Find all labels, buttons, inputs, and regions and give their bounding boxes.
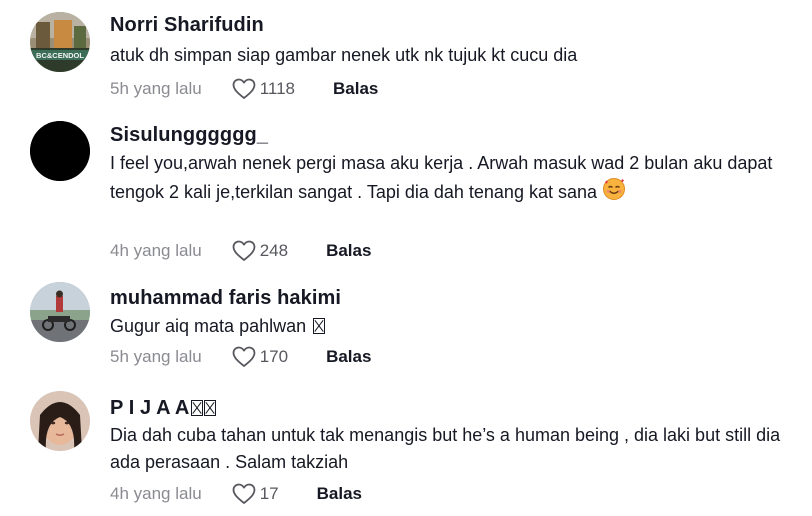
comment-item: Sisulungggggg_ I feel you,arwah nenek pe…: [0, 110, 812, 275]
missing-glyph-icon: [204, 400, 217, 416]
reply-button[interactable]: Balas: [317, 484, 362, 504]
reply-button[interactable]: Balas: [326, 241, 371, 261]
username-text: P I J A A: [110, 397, 190, 419]
username[interactable]: P I J A A: [110, 397, 217, 420]
username[interactable]: Sisulungggggg_: [110, 124, 268, 147]
avatar-image: BC&CENDOL: [30, 12, 90, 72]
comment-item: P I J A A Dia dah cuba tahan untuk tak m…: [0, 385, 812, 516]
comment-meta: 4h yang lalu 17 Balas: [110, 482, 362, 506]
comment-text: I feel you,arwah nenek pergi masa aku ke…: [110, 150, 780, 209]
like-count: 1118: [259, 79, 295, 98]
like-button[interactable]: 248: [232, 240, 288, 262]
comment-text-content: I feel you,arwah nenek pergi masa aku ke…: [110, 153, 773, 202]
comment-text: Gugur aiq mata pahlwan: [110, 313, 790, 340]
like-count: 248: [259, 241, 289, 260]
heart-icon: [232, 240, 256, 261]
avatar[interactable]: [30, 121, 90, 181]
avatar[interactable]: BC&CENDOL: [30, 12, 90, 72]
comment-meta: 5h yang lalu 170 Balas: [110, 345, 371, 369]
missing-glyph-icon: [191, 400, 204, 416]
comment-text: atuk dh simpan siap gambar nenek utk nk …: [110, 45, 578, 65]
username[interactable]: Norri Sharifudin: [110, 14, 264, 37]
comment-text: Dia dah cuba tahan untuk tak menangis bu…: [110, 425, 781, 472]
reply-button[interactable]: Balas: [326, 347, 371, 367]
comment-meta: 4h yang lalu 248 Balas: [110, 239, 371, 263]
like-button[interactable]: 1118: [232, 78, 295, 100]
avatar[interactable]: [30, 282, 90, 342]
username[interactable]: muhammad faris hakimi: [110, 287, 341, 310]
like-button[interactable]: 17: [232, 483, 279, 505]
avatar-image: [30, 282, 90, 342]
heart-icon: [232, 346, 256, 367]
timestamp: 5h yang lalu: [110, 347, 202, 366]
comment-item: muhammad faris hakimi Gugur aiq mata pah…: [0, 275, 812, 385]
svg-text:BC&CENDOL: BC&CENDOL: [36, 51, 84, 60]
comment-item: BC&CENDOL Norri Sharifudin atuk dh simpa…: [0, 0, 812, 110]
missing-glyph-icon: [313, 318, 326, 334]
reply-button[interactable]: Balas: [333, 79, 378, 99]
comment-text-content: Gugur aiq mata pahlwan: [110, 316, 307, 336]
timestamp: 5h yang lalu: [110, 79, 202, 98]
heart-icon: [232, 483, 256, 504]
like-count: 17: [259, 484, 279, 503]
avatar[interactable]: [30, 391, 90, 451]
heart-icon: [232, 78, 256, 99]
like-button[interactable]: 170: [232, 346, 288, 368]
smiling-face-with-hearts-icon: [602, 177, 626, 209]
comment-meta: 5h yang lalu 1118 Balas: [110, 77, 378, 101]
like-count: 170: [259, 347, 289, 366]
avatar-image: [30, 391, 90, 451]
avatar-image: [30, 121, 90, 181]
timestamp: 4h yang lalu: [110, 241, 202, 260]
timestamp: 4h yang lalu: [110, 484, 202, 503]
